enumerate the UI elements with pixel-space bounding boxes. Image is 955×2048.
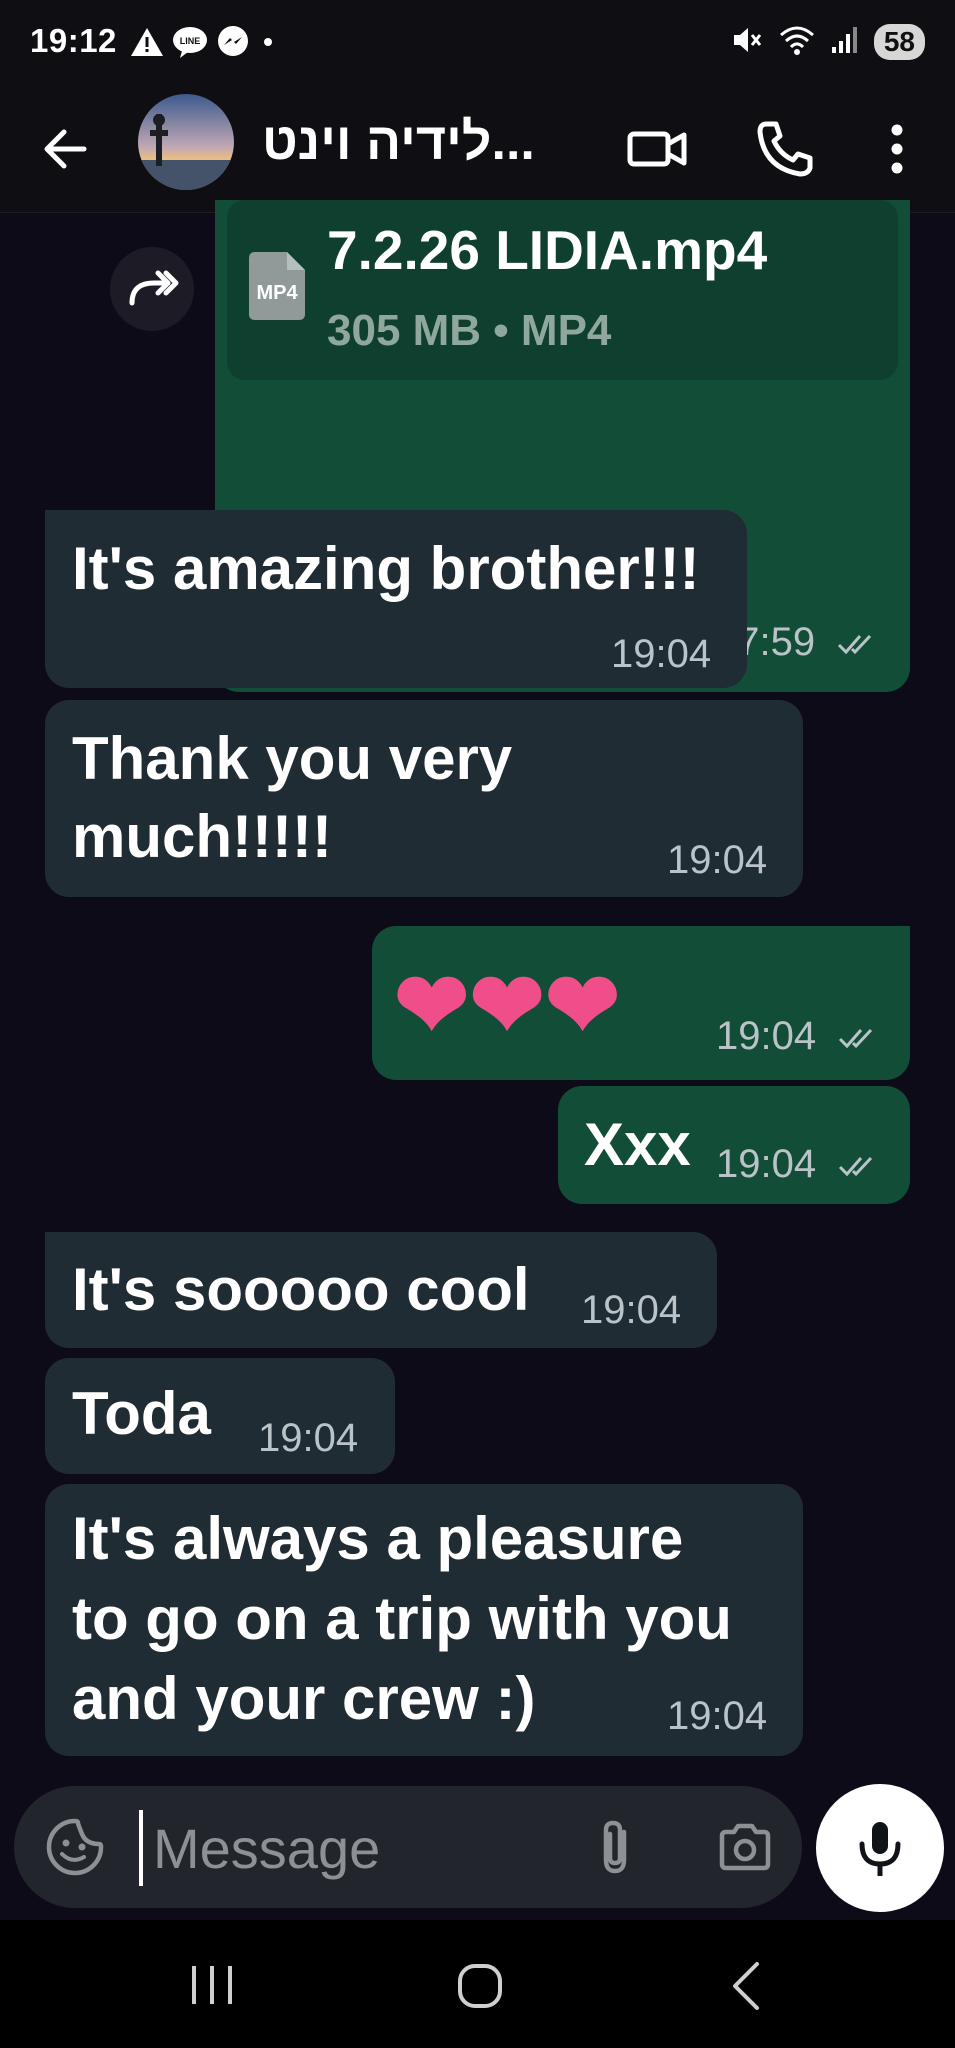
message-text: Toda xyxy=(72,1380,211,1447)
message-time: 19:04 xyxy=(716,1014,881,1059)
voice-message-button[interactable] xyxy=(816,1784,944,1912)
file-meta: 305 MB • MP4 xyxy=(327,306,612,355)
message-time: 19:04 xyxy=(611,632,712,676)
notification-icons: LINE xyxy=(130,24,278,64)
voice-call-button[interactable] xyxy=(750,114,820,184)
document-icon: MP4 xyxy=(249,252,305,320)
message-time: 19:04 xyxy=(581,1288,682,1332)
microphone-icon xyxy=(859,1822,901,1876)
message-time: 19:04 xyxy=(258,1416,359,1460)
incoming-message[interactable]: It's amazing brother!!! 19:04 xyxy=(45,510,747,688)
phone-icon xyxy=(757,121,813,177)
warning-icon xyxy=(130,26,164,63)
mute-icon xyxy=(730,23,764,62)
battery-indicator: 58 xyxy=(873,24,925,60)
incoming-message[interactable]: It's sooooo cool 19:04 xyxy=(45,1232,717,1348)
message-time: 19:04 xyxy=(667,1694,768,1738)
message-text: It's sooooo cool xyxy=(72,1256,530,1323)
outgoing-message[interactable]: Xxx 19:04 xyxy=(558,1086,910,1204)
status-bar: 19:12 LINE 58 xyxy=(0,0,955,86)
message-text: It's amazing brother!!! xyxy=(72,535,700,602)
incoming-message[interactable]: Toda 19:04 xyxy=(45,1358,395,1474)
message-time: 19:04 xyxy=(667,838,768,882)
double-check-icon xyxy=(839,1157,873,1177)
svg-text:LINE: LINE xyxy=(180,36,201,46)
message-text: to go on a trip with you xyxy=(72,1585,732,1652)
video-camera-icon xyxy=(627,131,687,167)
signal-icon xyxy=(830,25,860,60)
file-card[interactable]: MP4 7.2.26 LIDIA.mp4 305 MB • MP4 xyxy=(227,200,898,380)
attach-button[interactable] xyxy=(584,1816,646,1878)
home-button[interactable] xyxy=(448,1954,512,2018)
message-text: and your crew :) xyxy=(72,1665,536,1732)
incoming-message[interactable]: It's always a pleasure to go on a trip w… xyxy=(45,1484,803,1756)
camera-button[interactable] xyxy=(714,1816,776,1878)
chat-area[interactable]: MP4 7.2.26 LIDIA.mp4 305 MB • MP4 17:59 … xyxy=(0,200,955,1792)
recents-icon xyxy=(192,1966,232,2004)
double-check-icon xyxy=(839,1029,873,1049)
system-navigation-bar xyxy=(0,1920,955,2048)
double-check-icon xyxy=(838,635,872,655)
file-type-label: MP4 xyxy=(256,282,298,304)
forward-button[interactable] xyxy=(110,247,194,331)
arrow-left-icon xyxy=(44,129,87,169)
status-time: 19:12 xyxy=(30,22,117,59)
system-icons: 58 xyxy=(730,22,925,62)
chevron-left-icon xyxy=(733,1962,759,2010)
incoming-message[interactable]: Thank you very much!!!!! 19:04 xyxy=(45,700,803,897)
camera-icon xyxy=(719,1823,771,1871)
nav-back-button[interactable] xyxy=(715,1954,779,2018)
more-vertical-icon xyxy=(891,124,903,174)
home-icon xyxy=(458,1964,502,2008)
heart-emojis: ❤❤❤ xyxy=(394,956,621,1056)
recent-apps-button[interactable] xyxy=(180,1954,244,2018)
avatar[interactable] xyxy=(138,94,234,190)
contact-name[interactable]: ...לידיה וינט xyxy=(262,112,602,172)
message-text: It's always a pleasure xyxy=(72,1505,684,1572)
outgoing-message[interactable]: ❤❤❤ 19:04 xyxy=(372,926,910,1080)
message-time: 19:04 xyxy=(716,1142,881,1187)
messenger-icon xyxy=(216,25,250,64)
video-call-button[interactable] xyxy=(622,114,692,184)
menu-button[interactable] xyxy=(862,114,932,184)
line-app-icon: LINE xyxy=(172,25,208,64)
back-button[interactable] xyxy=(32,114,102,184)
message-composer xyxy=(14,1786,802,1908)
sticker-button[interactable] xyxy=(44,1816,106,1878)
file-name: 7.2.26 LIDIA.mp4 xyxy=(327,219,768,281)
forward-icon xyxy=(129,270,179,306)
sticker-icon xyxy=(46,1818,104,1876)
wifi-icon xyxy=(778,23,816,62)
paperclip-icon xyxy=(603,1820,627,1874)
message-text: Xxx xyxy=(584,1111,691,1178)
chat-header: ...לידיה וינט xyxy=(0,86,955,213)
message-text: Thank you very xyxy=(72,725,513,792)
message-input[interactable] xyxy=(139,1810,573,1886)
dot-icon xyxy=(258,32,278,57)
message-text: much!!!!! xyxy=(72,803,332,870)
